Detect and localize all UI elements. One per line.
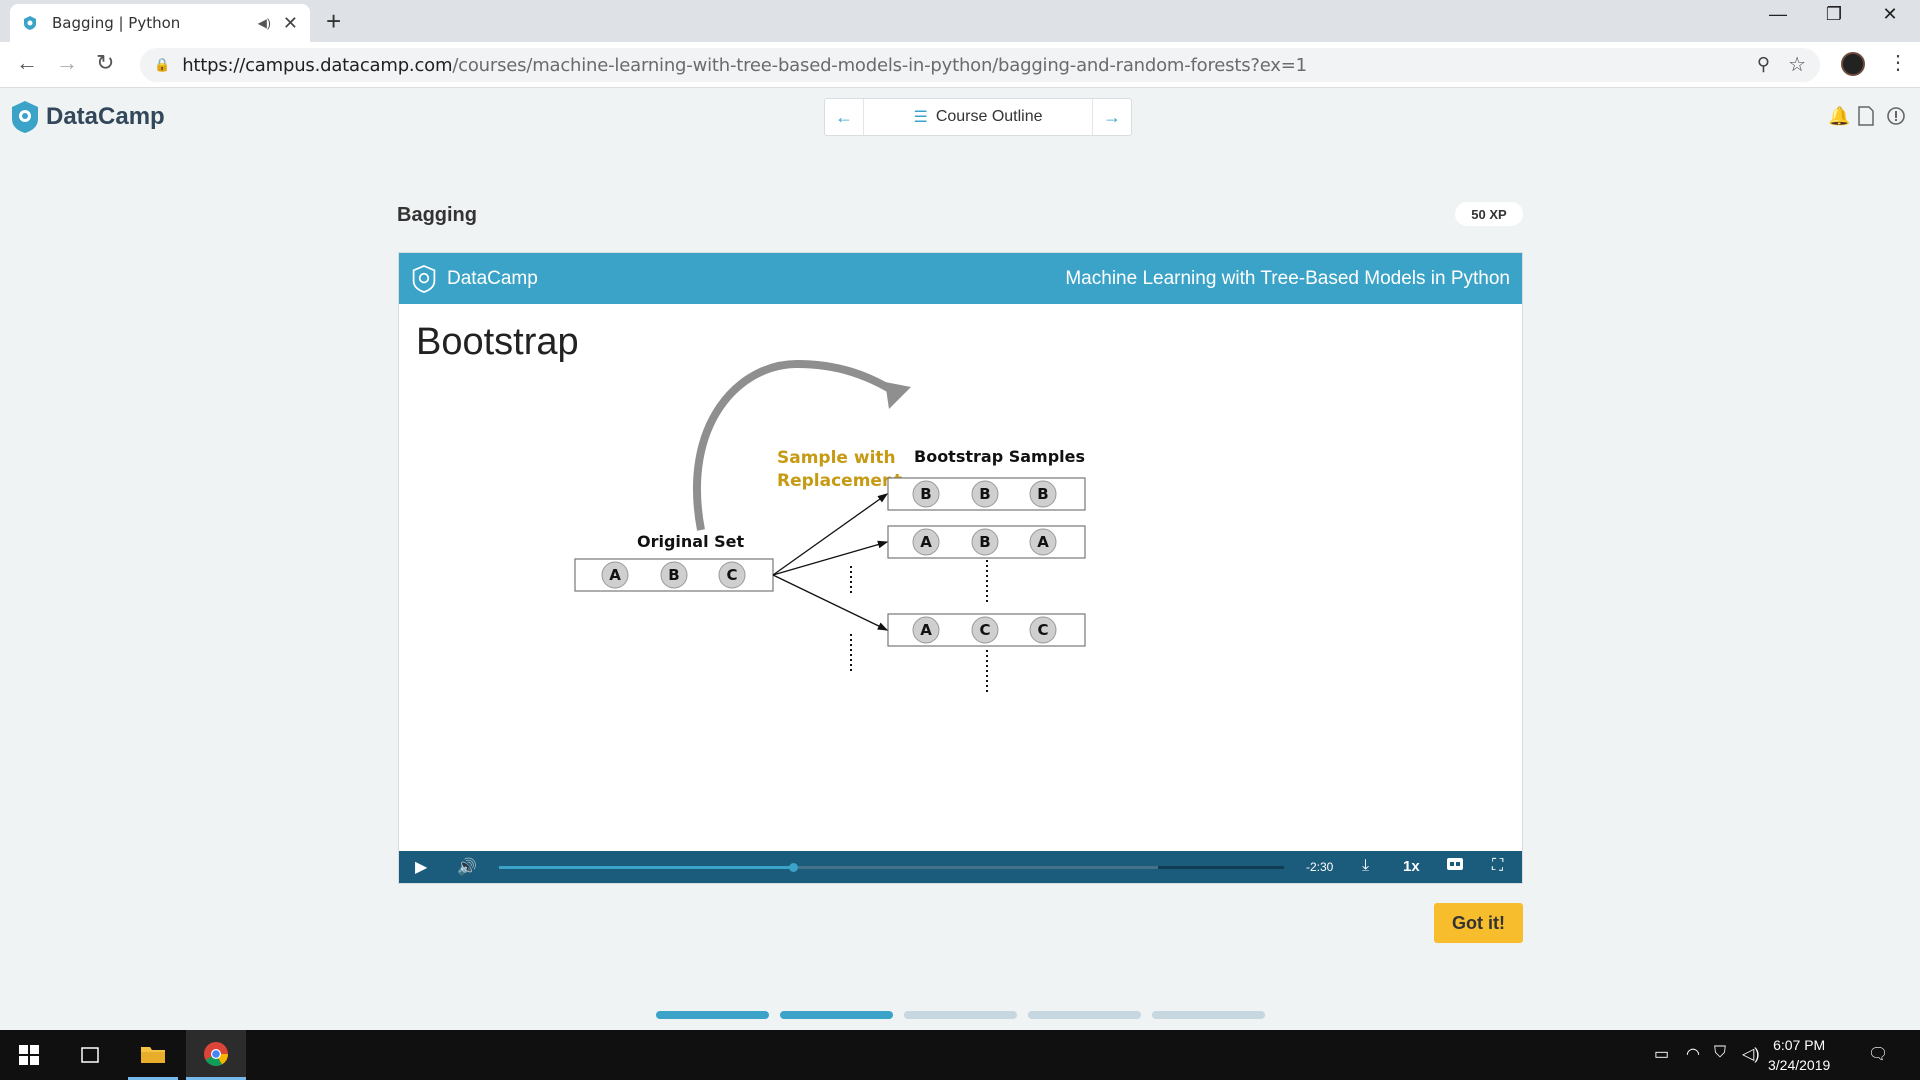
slide-course-title: Machine Learning with Tree-Based Models … bbox=[1065, 267, 1510, 289]
progress-dot[interactable] bbox=[1028, 1011, 1141, 1019]
arrow-right-icon: → bbox=[1103, 106, 1121, 127]
download-icon[interactable]: ⤓ bbox=[1362, 857, 1369, 875]
wifi-icon[interactable]: ◠ bbox=[1686, 1044, 1700, 1064]
original-set-circles: A B C bbox=[601, 561, 746, 589]
url-text: https://campus.datacamp.com/courses/mach… bbox=[182, 54, 1307, 76]
seek-handle[interactable] bbox=[789, 863, 799, 872]
datacamp-shield-icon bbox=[12, 101, 38, 133]
sample-item-letter: C bbox=[979, 621, 990, 639]
bootstrap-diagram: Sample with Replacement Bootstrap Sample… bbox=[574, 359, 1086, 694]
minimize-icon[interactable]: — bbox=[1750, 4, 1806, 25]
tab-close-icon[interactable]: ✕ bbox=[283, 13, 298, 34]
tab-title: Bagging | Python bbox=[52, 14, 181, 32]
player-controls: ▶ 🔊 -2:30 ⤓ 1x ⛶ bbox=[399, 851, 1522, 883]
avatar[interactable] bbox=[1841, 52, 1865, 76]
arrow-left-icon: ← bbox=[835, 106, 853, 127]
sample-with-replacement-arrow bbox=[693, 359, 898, 531]
sample-with-label: Sample with bbox=[777, 448, 896, 468]
seek-bar[interactable] bbox=[499, 863, 1284, 872]
sample-with-replacement-arrowhead bbox=[885, 382, 911, 409]
security-icon[interactable]: ⛉ bbox=[1714, 1044, 1726, 1062]
hamburger-icon: ☰ bbox=[913, 109, 928, 126]
course-outline-label: Course Outline bbox=[935, 108, 1043, 125]
close-icon[interactable]: ✕ bbox=[1862, 4, 1918, 25]
sample-item-letter: B bbox=[920, 485, 931, 503]
sample-item-letter: C bbox=[1037, 621, 1048, 639]
time-remaining: -2:30 bbox=[1306, 860, 1334, 874]
fullscreen-icon[interactable]: ⛶ bbox=[1492, 857, 1503, 875]
course-outline-button[interactable]: ☰ Course Outline bbox=[863, 99, 1093, 135]
browser-tab[interactable]: Bagging | Python ◀) ✕ bbox=[10, 4, 310, 42]
next-exercise-button[interactable]: → bbox=[1093, 99, 1131, 135]
original-set-label: Original Set bbox=[637, 532, 745, 551]
sample-item-letter: B bbox=[979, 485, 990, 503]
new-tab-button[interactable]: + bbox=[326, 6, 341, 37]
bell-icon[interactable]: 🔔 bbox=[1828, 106, 1850, 127]
video-player[interactable]: DataCamp Machine Learning with Tree-Base… bbox=[398, 252, 1523, 884]
exercise-progress-dots bbox=[656, 1011, 1276, 1019]
original-item-letter: B bbox=[668, 566, 679, 584]
play-icon[interactable]: ▶ bbox=[415, 857, 427, 877]
got-it-button[interactable]: Got it! bbox=[1434, 903, 1523, 943]
notifications-icon[interactable]: 🗨 bbox=[1868, 1044, 1888, 1064]
sample-item-letter: B bbox=[1037, 485, 1048, 503]
battery-icon[interactable]: ▭ bbox=[1654, 1044, 1669, 1064]
original-item-letter: C bbox=[726, 566, 737, 584]
bootstrap-samples-label: Bootstrap Samples bbox=[914, 447, 1085, 466]
replacement-label: Replacement bbox=[777, 471, 902, 491]
windows-taskbar: ▭ ◠ ⛉ ◁) 6:07 PM 3/24/2019 🗨 bbox=[0, 1030, 1920, 1080]
volume-icon[interactable]: 🔊 bbox=[457, 857, 477, 877]
maximize-icon[interactable]: ❐ bbox=[1806, 4, 1862, 25]
reload-icon[interactable]: ↻ bbox=[96, 50, 114, 76]
captions-icon[interactable] bbox=[1447, 857, 1463, 876]
windows-start-icon[interactable] bbox=[0, 1030, 58, 1080]
brand-name: DataCamp bbox=[46, 103, 165, 130]
progress-dot[interactable] bbox=[1152, 1011, 1265, 1019]
address-bar[interactable]: 🔒 https://campus.datacamp.com/courses/ma… bbox=[140, 48, 1820, 82]
pdf-icon[interactable] bbox=[1858, 106, 1874, 131]
sample-item-letter: A bbox=[1037, 533, 1049, 551]
exercise-title: Bagging bbox=[397, 204, 477, 226]
task-view-icon[interactable] bbox=[66, 1030, 114, 1080]
xp-badge: 50 XP bbox=[1455, 202, 1523, 226]
sample-item-letter: B bbox=[979, 533, 990, 551]
progress-dot[interactable] bbox=[656, 1011, 769, 1019]
slide-brand: DataCamp bbox=[447, 267, 538, 289]
sample-item-letter: A bbox=[920, 533, 932, 551]
taskbar-clock[interactable]: 6:07 PM 3/24/2019 bbox=[1768, 1035, 1830, 1075]
progress-dot[interactable] bbox=[904, 1011, 1017, 1019]
playback-speed-button[interactable]: 1x bbox=[1403, 858, 1420, 875]
slide-header: DataCamp Machine Learning with Tree-Base… bbox=[399, 253, 1522, 304]
browser-toolbar: ← → ↻ 🔒 https://campus.datacamp.com/cour… bbox=[0, 42, 1920, 88]
browser-tabstrip: Bagging | Python ◀) ✕ + — ❐ ✕ bbox=[0, 0, 1920, 42]
progress-dot[interactable] bbox=[780, 1011, 893, 1019]
info-icon[interactable] bbox=[1886, 106, 1906, 131]
clock-date: 3/24/2019 bbox=[1768, 1057, 1831, 1073]
menu-icon[interactable]: ⋮ bbox=[1888, 50, 1908, 75]
speaker-icon[interactable]: ◁) bbox=[1742, 1044, 1760, 1064]
arrow-to-sample-1 bbox=[772, 493, 889, 576]
datacamp-logo[interactable]: DataCamp bbox=[10, 100, 165, 134]
arrow-to-sample-2 bbox=[772, 540, 889, 576]
star-icon[interactable]: ☆ bbox=[1788, 52, 1806, 77]
lock-icon[interactable]: 🔒 bbox=[154, 57, 170, 73]
back-icon[interactable]: ← bbox=[16, 50, 38, 76]
audio-playing-icon[interactable]: ◀) bbox=[258, 16, 271, 30]
chrome-taskbar-icon[interactable] bbox=[186, 1030, 246, 1080]
datacamp-favicon-icon bbox=[24, 16, 36, 30]
original-item-letter: A bbox=[609, 566, 621, 584]
previous-exercise-button[interactable]: ← bbox=[825, 99, 863, 135]
arrow-to-sample-3 bbox=[772, 574, 889, 631]
file-explorer-icon[interactable] bbox=[128, 1030, 178, 1080]
sample-item-letter: A bbox=[920, 621, 932, 639]
played-bar bbox=[499, 866, 794, 869]
datacamp-shield-icon bbox=[412, 264, 436, 293]
forward-icon[interactable]: → bbox=[56, 50, 78, 76]
zoom-icon[interactable]: ⚲ bbox=[1757, 54, 1770, 75]
course-outline-nav: ← ☰ Course Outline → bbox=[824, 98, 1132, 136]
clock-time: 6:07 PM bbox=[1773, 1037, 1826, 1053]
